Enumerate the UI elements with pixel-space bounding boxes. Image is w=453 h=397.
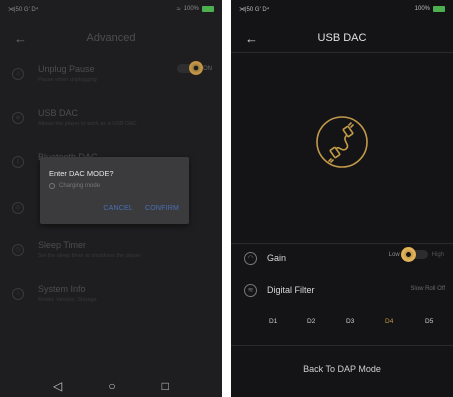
page-title: USB DAC	[317, 32, 367, 44]
status-left: ⋊|50 G' D⁴	[239, 6, 270, 13]
filter-option-d3[interactable]: D3	[346, 318, 354, 325]
cancel-button[interactable]: CANCEL	[103, 205, 133, 212]
dac-mode-dialog: Enter DAC MODE? Charging mode CANCEL CON…	[40, 157, 189, 224]
nav-bar: ◁ ○ □	[0, 375, 222, 397]
divider	[231, 52, 453, 53]
filter-option-d2[interactable]: D2	[307, 318, 315, 325]
filter-option-d1[interactable]: D1	[269, 318, 277, 325]
radio-icon[interactable]	[49, 183, 55, 189]
filter-option-d5[interactable]: D5	[425, 318, 433, 325]
digital-filter-row[interactable]: ≋ Digital Filter Slow Roll Off	[231, 282, 453, 302]
clock-icon: ◷	[12, 244, 24, 256]
unplug-pause-toggle[interactable]: ON	[177, 61, 212, 75]
battery-percent: 100%	[183, 6, 199, 12]
filter-icon: ≋	[244, 284, 257, 297]
usb-icon: ⌀	[12, 112, 24, 124]
back-arrow-icon[interactable]: ←	[245, 31, 258, 46]
setting-usb-dac[interactable]: ⌀ USB DAC Allows the player to work as a…	[0, 108, 222, 148]
dac-icon: ◎	[12, 202, 24, 214]
filter-value: Slow Roll Off	[410, 286, 445, 292]
battery-percent: 100%	[414, 6, 430, 12]
setting-sleep-timer[interactable]: ◷ Sleep Timer Set the sleep timer to shu…	[0, 240, 222, 280]
confirm-button[interactable]: CONFIRM	[145, 205, 179, 212]
status-left: ⋊|50 G' D⁴	[8, 6, 39, 13]
nav-home-icon[interactable]: ○	[108, 379, 115, 393]
dialog-title: Enter DAC MODE?	[49, 169, 114, 178]
advanced-settings-screen: ⋊|50 G' D⁴ ≈ 100% ← Advanced ♫ Unplug Pa…	[0, 0, 222, 397]
nav-recent-icon[interactable]: □	[162, 379, 169, 393]
back-to-dap-mode-button[interactable]: Back To DAP Mode	[231, 364, 453, 374]
gain-row[interactable]: ◠ Gain Low High	[231, 247, 453, 270]
usb-cable-icon	[316, 116, 368, 168]
headphone-icon: ♫	[12, 68, 24, 80]
title-bar: ← Advanced	[0, 26, 222, 50]
bluetooth-icon: ᛒ	[12, 156, 24, 168]
wifi-icon: ≈	[176, 5, 181, 13]
title-bar: ← USB DAC	[231, 26, 453, 50]
back-arrow-icon[interactable]: ←	[14, 31, 27, 46]
charging-mode-option[interactable]: Charging mode	[49, 183, 100, 189]
gain-switch[interactable]: Low High	[389, 247, 444, 262]
setting-system-info[interactable]: i System Info Model, Version, Storage	[0, 284, 222, 324]
info-icon: i	[12, 288, 24, 300]
gain-icon: ◠	[244, 252, 257, 265]
battery-icon	[433, 6, 445, 12]
usb-dac-screen: ⋊|50 G' D⁴ 100% ← USB DAC ◠ Gain Low Hig…	[231, 0, 453, 397]
nav-back-icon[interactable]: ◁	[53, 379, 62, 393]
divider	[231, 243, 453, 244]
status-bar: ⋊|50 G' D⁴ ≈ 100%	[0, 0, 222, 18]
battery-icon	[202, 6, 214, 12]
page-title: Advanced	[86, 32, 136, 44]
setting-unplug-pause[interactable]: ♫ Unplug Pause Pause when unplugging ON	[0, 61, 222, 104]
divider	[231, 345, 453, 346]
filter-option-d4[interactable]: D4	[385, 318, 393, 325]
status-bar: ⋊|50 G' D⁴ 100%	[231, 0, 453, 18]
filter-options: D1 D2 D3 D4 D5	[231, 318, 453, 330]
